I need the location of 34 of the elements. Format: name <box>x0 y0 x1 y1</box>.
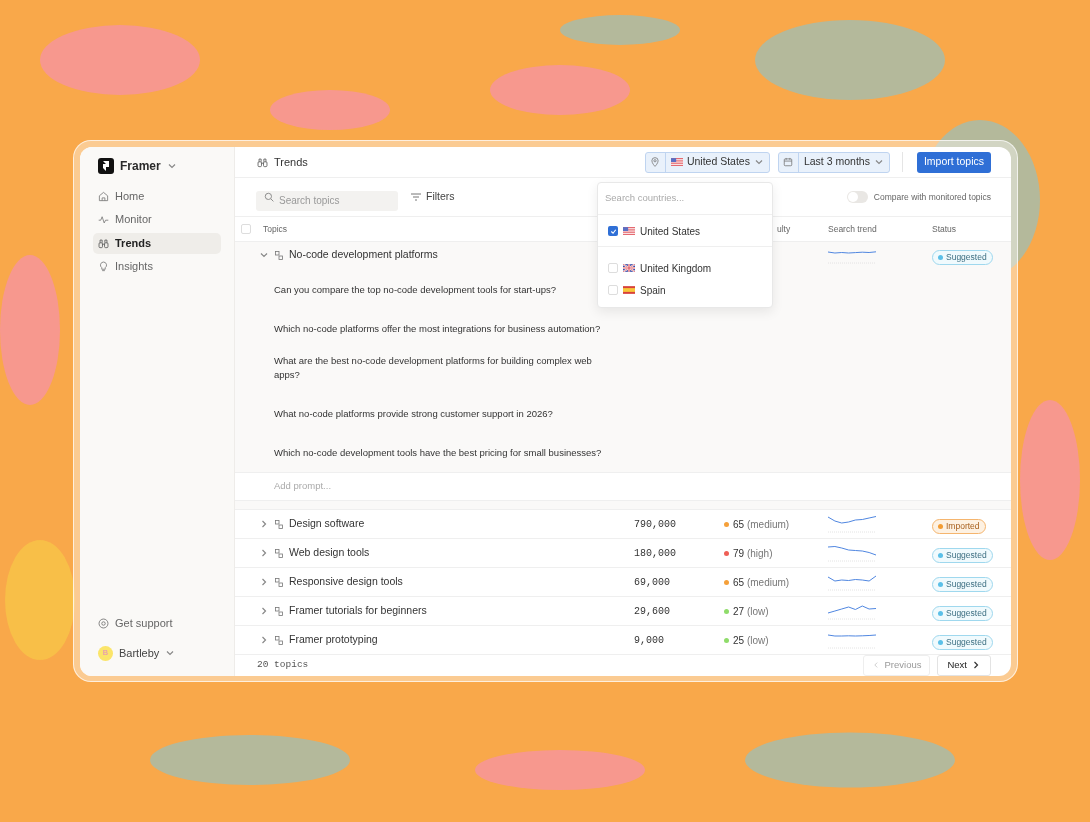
topic-name: Responsive design tools <box>289 574 403 590</box>
page-title: Trends <box>274 154 308 170</box>
user-avatar: B <box>98 645 113 661</box>
difficulty-score: 27 (low) <box>733 604 769 619</box>
status-badge: Suggested <box>932 635 993 650</box>
search-volume: 790,000 <box>634 517 677 532</box>
prompt-text: Can you compare the top no-code development tools for start-ups? <box>274 282 556 297</box>
difficulty-score: 65 (medium) <box>733 575 790 590</box>
prompt-text: What no-code platforms provide strong customer support in 2026? <box>274 406 553 421</box>
prompt-text: Which no-code development tools have the best pricing for small businesses? <box>274 445 602 460</box>
status-badge: Imported <box>932 519 986 535</box>
prompt-text: What are the best no-code development platforms for building complex web apps? <box>274 353 593 382</box>
prompt-text: Which no-code platforms offer the most integrations for business automation? <box>274 321 601 336</box>
status-badge: Suggested <box>932 548 993 564</box>
status-badge: Suggested <box>932 250 993 266</box>
difficulty-score: 65 (medium) <box>733 517 790 532</box>
topic-name: No-code development platforms <box>289 247 438 263</box>
difficulty-score: 79 (high) <box>733 546 773 561</box>
status-badge: Suggested <box>932 577 993 593</box>
topic-name: Framer prototyping <box>289 632 378 648</box>
topic-name: Design software <box>289 516 365 532</box>
topic-name: Framer tutorials for beginners <box>289 603 427 619</box>
topic-name: Web design tools <box>289 545 370 561</box>
search-volume: 9,000 <box>634 633 665 648</box>
country-name: United States <box>640 224 701 239</box>
status-badge: Suggested <box>932 606 993 622</box>
search-volume: 29,600 <box>634 604 671 619</box>
search-volume: 180,000 <box>634 546 677 561</box>
country-name: Spain <box>640 283 666 298</box>
difficulty-score: 25 (low) <box>733 633 769 648</box>
topic-count: 20 topics <box>257 658 309 673</box>
compare-toggle-label: Compare with monitored topics <box>873 190 991 204</box>
country-name: United Kingdom <box>640 261 712 276</box>
search-volume: 69,000 <box>634 575 671 590</box>
